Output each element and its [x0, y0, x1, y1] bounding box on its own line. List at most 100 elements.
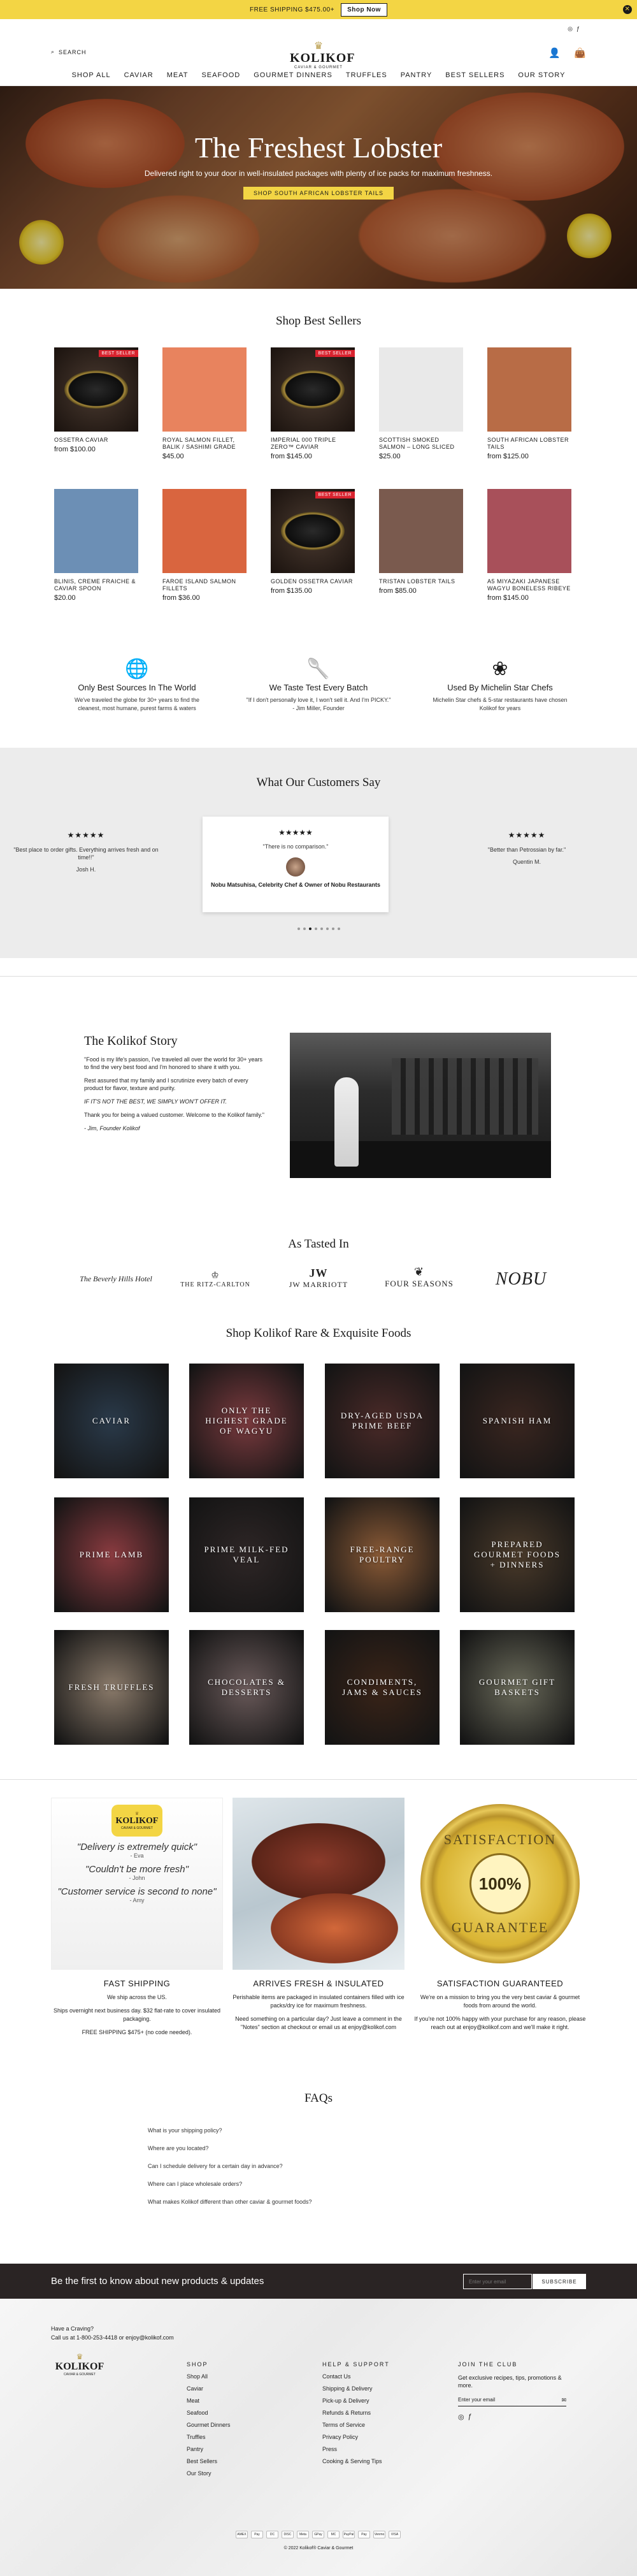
product-card[interactable]: SOUTH AFRICAN LOBSTER TAILS from $125.00: [487, 347, 571, 460]
product-image[interactable]: [54, 489, 138, 573]
footer-logo[interactable]: ♛ KOLIKOF CAVIAR & GOURMET: [51, 2352, 108, 2376]
product-image[interactable]: [379, 347, 463, 432]
category-tile[interactable]: CHOCOLATES & DESSERTS: [189, 1630, 304, 1745]
instagram-icon[interactable]: ◎: [568, 25, 573, 33]
category-tile[interactable]: PRIME LAMB: [54, 1497, 169, 1612]
hero-cta-button[interactable]: SHOP SOUTH AFRICAN LOBSTER TAILS: [243, 187, 394, 200]
newsletter-email-input[interactable]: [463, 2274, 532, 2289]
category-tile[interactable]: FRESH TRUFFLES: [54, 1630, 169, 1745]
carousel-dot[interactable]: [314, 928, 317, 930]
nav-item-caviar[interactable]: CAVIAR: [124, 71, 154, 79]
carousel-dot[interactable]: [337, 928, 340, 930]
category-tile[interactable]: PRIME MILK-FED VEAL: [189, 1497, 304, 1612]
footer-link[interactable]: Best Sellers: [187, 2458, 231, 2464]
product-name[interactable]: OSSETRA CAVIAR: [54, 437, 138, 444]
faq-item[interactable]: Where can I place wholesale orders?: [148, 2181, 242, 2187]
shop-now-button[interactable]: Shop Now: [341, 3, 387, 17]
carousel-dots[interactable]: [0, 928, 637, 930]
product-image[interactable]: BEST SELLER: [271, 347, 355, 432]
product-image[interactable]: [162, 347, 247, 432]
category-tile[interactable]: SPANISH HAM: [460, 1364, 575, 1478]
footer-link[interactable]: Our Story: [187, 2470, 231, 2477]
account-icon[interactable]: 👤: [548, 47, 561, 59]
footer-link[interactable]: Gourmet Dinners: [187, 2422, 231, 2428]
cart-icon[interactable]: 👜: [574, 47, 586, 59]
footer-link[interactable]: Press: [322, 2446, 390, 2452]
category-tile[interactable]: PREPARED GOURMET FOODS + DINNERS: [460, 1497, 575, 1612]
product-card[interactable]: TRISTAN LOBSTER TAILS from $85.00: [379, 489, 463, 595]
product-card[interactable]: A5 MIYAZAKI JAPANESE WAGYU BONELESS RIBE…: [487, 489, 571, 602]
product-image[interactable]: [487, 489, 571, 573]
category-tile[interactable]: DRY-AGED USDA PRIME BEEF: [325, 1364, 440, 1478]
product-name[interactable]: SOUTH AFRICAN LOBSTER TAILS: [487, 437, 571, 451]
search-button[interactable]: ⌕ SEARCH: [51, 48, 87, 55]
nav-item-pantry[interactable]: PANTRY: [401, 71, 433, 79]
product-image[interactable]: BEST SELLER: [54, 347, 138, 432]
category-tile[interactable]: ONLY THE HIGHEST GRADE OF WAGYU: [189, 1364, 304, 1478]
nav-item-shop-all[interactable]: SHOP ALL: [72, 71, 111, 79]
footer-link[interactable]: Caviar: [187, 2385, 231, 2392]
mail-icon[interactable]: ✉: [561, 2397, 566, 2404]
faq-item[interactable]: Can I schedule delivery for a certain da…: [148, 2163, 283, 2169]
carousel-dot[interactable]: [331, 928, 334, 930]
club-email-field[interactable]: Enter your email ✉: [458, 2397, 566, 2406]
nav-item-gourmet-dinners[interactable]: GOURMET DINNERS: [254, 71, 333, 79]
facebook-icon[interactable]: ƒ: [468, 2413, 472, 2421]
facebook-icon[interactable]: ƒ: [576, 25, 580, 33]
footer-link[interactable]: Pantry: [187, 2446, 231, 2452]
nav-item-best-sellers[interactable]: BEST SELLERS: [445, 71, 505, 79]
nav-item-our-story[interactable]: OUR STORY: [518, 71, 565, 79]
hero-banner: The Freshest Lobster Delivered right to …: [0, 86, 637, 289]
product-card[interactable]: SCOTTISH SMOKED SALMON – LONG SLICED $25.…: [379, 347, 463, 460]
product-name[interactable]: GOLDEN OSSETRA CAVIAR: [271, 578, 355, 585]
carousel-dot[interactable]: [326, 928, 329, 930]
product-name[interactable]: A5 MIYAZAKI JAPANESE WAGYU BONELESS RIBE…: [487, 578, 571, 592]
faq-item[interactable]: What makes Kolikof different than other …: [148, 2199, 311, 2205]
close-icon[interactable]: ✕: [623, 5, 632, 14]
product-card[interactable]: BEST SELLER OSSETRA CAVIAR from $100.00: [54, 347, 138, 453]
nav-item-seafood[interactable]: SEAFOOD: [201, 71, 240, 79]
product-name[interactable]: TRISTAN LOBSTER TAILS: [379, 578, 463, 585]
product-name[interactable]: BLINIS, CREME FRAICHE & CAVIAR SPOON: [54, 578, 138, 592]
carousel-dot[interactable]: [320, 928, 323, 930]
instagram-icon[interactable]: ◎: [458, 2413, 464, 2421]
footer-link[interactable]: Pick-up & Delivery: [322, 2398, 390, 2404]
footer-link[interactable]: Shipping & Delivery: [322, 2385, 390, 2392]
category-tile[interactable]: GOURMET GIFT BASKETS: [460, 1630, 575, 1745]
product-card[interactable]: BLINIS, CREME FRAICHE & CAVIAR SPOON $20.…: [54, 489, 138, 602]
category-tile[interactable]: CAVIAR: [54, 1364, 169, 1478]
logo[interactable]: ♛ KOLIKOF CAVIAR & GOURMET: [290, 41, 355, 70]
product-image[interactable]: [379, 489, 463, 573]
faq-item[interactable]: What is your shipping policy?: [148, 2127, 222, 2134]
product-name[interactable]: FAROE ISLAND SALMON FILLETS: [162, 578, 247, 592]
product-name[interactable]: SCOTTISH SMOKED SALMON – LONG SLICED: [379, 437, 463, 451]
product-image[interactable]: BEST SELLER: [271, 489, 355, 573]
footer-link[interactable]: Truffles: [187, 2434, 231, 2440]
footer-link[interactable]: Refunds & Returns: [322, 2410, 390, 2416]
product-image[interactable]: [487, 347, 571, 432]
product-card[interactable]: FAROE ISLAND SALMON FILLETS from $36.00: [162, 489, 247, 602]
product-image[interactable]: [162, 489, 247, 573]
footer-link[interactable]: Meat: [187, 2398, 231, 2404]
faq-item[interactable]: Where are you located?: [148, 2145, 209, 2151]
nav-item-meat[interactable]: MEAT: [167, 71, 189, 79]
category-tile[interactable]: CONDIMENTS, JAMS & SAUCES: [325, 1630, 440, 1745]
subscribe-button[interactable]: SUBSCRIBE: [533, 2274, 586, 2289]
footer-link[interactable]: Contact Us: [322, 2373, 390, 2380]
footer-link[interactable]: Shop All: [187, 2373, 231, 2380]
nav-item-truffles[interactable]: TRUFFLES: [346, 71, 387, 79]
footer-link[interactable]: Terms of Service: [322, 2422, 390, 2428]
footer-link[interactable]: Privacy Policy: [322, 2434, 390, 2440]
product-card[interactable]: BEST SELLER GOLDEN OSSETRA CAVIAR from $13…: [271, 489, 355, 595]
product-name[interactable]: ROYAL SALMON FILLET, BALIK / SASHIMI GRA…: [162, 437, 247, 451]
footer-link[interactable]: Cooking & Serving Tips: [322, 2458, 390, 2464]
category-tile[interactable]: FREE-RANGE POULTRY: [325, 1497, 440, 1612]
footer-link[interactable]: Seafood: [187, 2410, 231, 2416]
product-card[interactable]: BEST SELLER IMPERIAL 000 TRIPLE ZERO™ CAV…: [271, 347, 355, 460]
carousel-dot[interactable]: [303, 928, 306, 930]
product-card[interactable]: ROYAL SALMON FILLET, BALIK / SASHIMI GRA…: [162, 347, 247, 460]
ritz-carlton-label: THE RITZ-CARLTON: [180, 1281, 250, 1288]
carousel-dot[interactable]: [297, 928, 300, 930]
product-name[interactable]: IMPERIAL 000 TRIPLE ZERO™ CAVIAR: [271, 437, 355, 451]
carousel-dot[interactable]: [308, 928, 311, 930]
